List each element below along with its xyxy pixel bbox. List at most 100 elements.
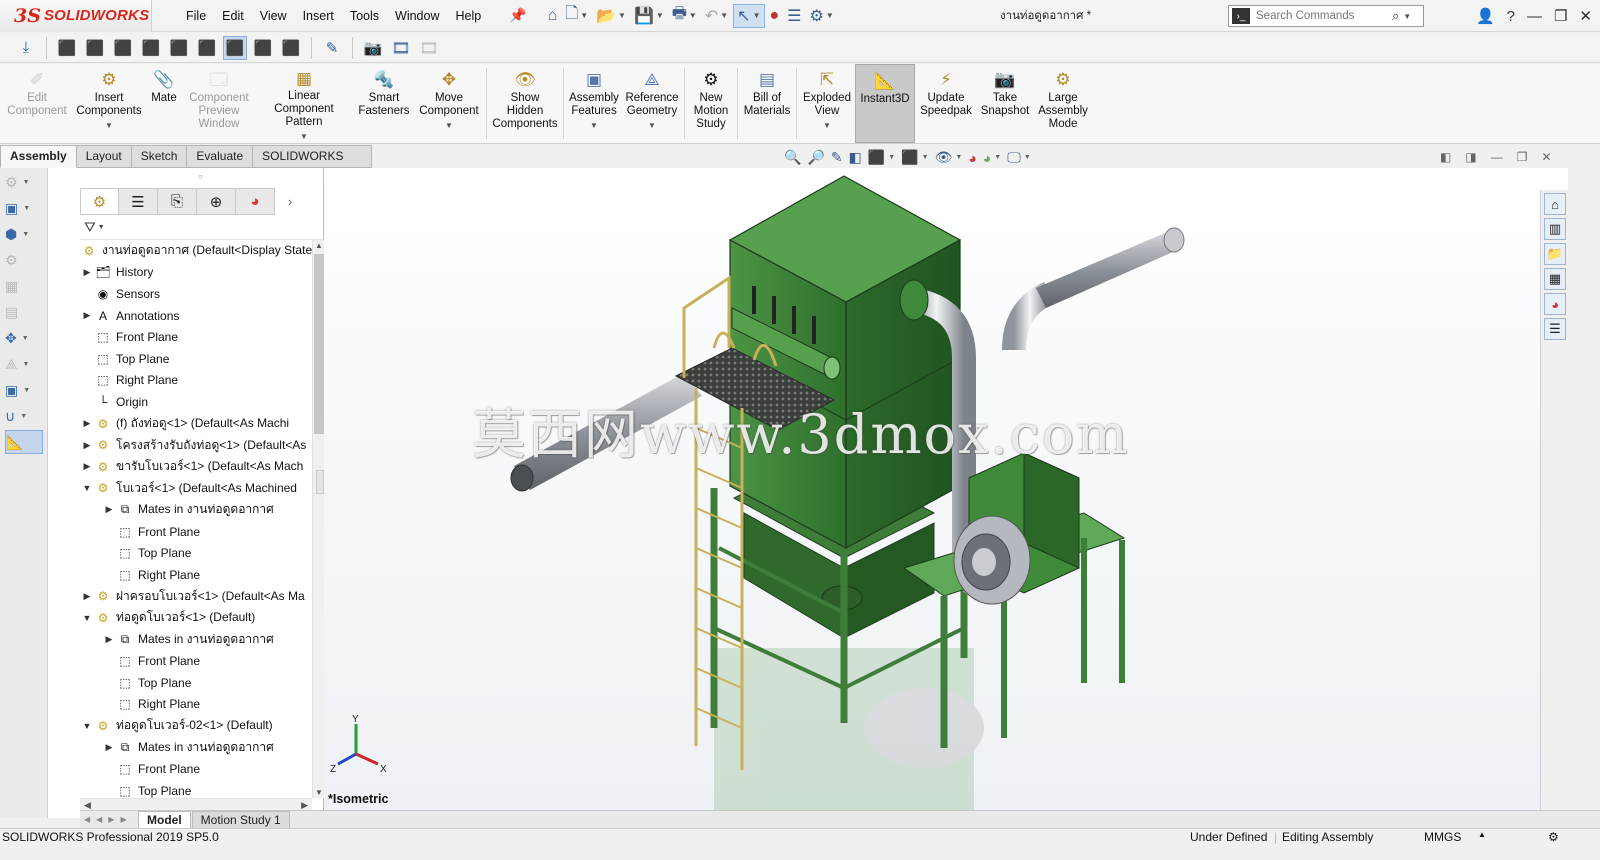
property-manager-tab-icon[interactable]: ☰ [119,188,158,215]
chevron-down-icon[interactable]: ▼ [445,119,453,132]
tree-item-right-plane[interactable]: ⬚ Right Plane [80,564,312,586]
hide-side-icon[interactable]: ▤ [5,300,43,324]
mate-button[interactable]: 📎 Mate [144,64,184,143]
tree-item-component[interactable]: ▶ ⚙ ขารับโบเวอร์<1> (Default<As Mach [80,456,312,478]
tab-navigation-icon[interactable]: ◀◀▶▶ [80,815,138,824]
reference-geometry-button[interactable]: ⟁ Reference Geometry ▼ [622,64,682,143]
scroll-up-icon[interactable]: ▲ [314,241,324,250]
pattern-side-icon[interactable]: ▦ [5,274,43,298]
restore-icon[interactable]: ❐ [1554,7,1567,25]
new-document-icon[interactable]: 🗋 ▼ [562,4,591,28]
edit-component-side-icon[interactable]: ⚙ ▼ [5,170,43,194]
curve-side-icon[interactable]: ∪ ▼ [5,404,43,428]
design-library-icon[interactable]: ▥ [1544,218,1566,240]
tree-item-origin[interactable]: └ Origin [80,391,312,413]
expand-icon[interactable]: ▶ [80,310,94,321]
top-view-icon[interactable]: ⬛ [167,36,191,60]
tree-item-mates[interactable]: ▶ ⧉ Mates in งานท่อดูดอากาศ [80,499,312,521]
tree-item-sensors[interactable]: ◉ Sensors [80,283,312,305]
viewport-close-icon[interactable]: ✕ [1541,150,1551,164]
tab-assembly[interactable]: Assembly [0,145,77,168]
search-dropdown-icon[interactable]: ▼ [1403,12,1411,21]
tab-motion-study[interactable]: Motion Study 1 [191,810,290,829]
menu-edit[interactable]: Edit [214,0,252,32]
tree-item-mates[interactable]: ▶ ⧉ Mates in งานท่อดูดอากาศ [80,737,312,759]
file-properties-icon[interactable]: ☰ [784,4,804,28]
menu-window[interactable]: Window [387,0,447,32]
select-pointer-icon[interactable]: ↖ ▼ [733,3,765,28]
collapse-icon[interactable]: ▼ [80,721,94,731]
search-icon[interactable]: ⌕ [1392,8,1399,24]
smart-fasteners-button[interactable]: 🔩 Smart Fasteners [354,64,414,143]
close-icon[interactable]: ✕ [1579,7,1592,25]
scrollbar-thumb[interactable] [314,254,324,434]
move-side-icon[interactable]: ✥ ▼ [5,326,43,350]
hide-show-items-icon[interactable]: 👁 ▼ [935,149,963,166]
display-style-icon[interactable]: ⬛ ▼ [901,149,928,166]
measure-icon[interactable]: ✎ [320,36,344,60]
graphics-area[interactable]: Y X Z 莫西网www.3dmox.com *Isometric [324,168,1568,810]
instant3d-side-icon[interactable]: 📐 [5,430,43,454]
assembly-features-button[interactable]: ▣ Assembly Features ▼ [566,64,622,143]
features-side-icon[interactable]: ▣ ▼ [5,378,43,402]
linear-component-pattern-button[interactable]: ▦ Linear Component Pattern ▼ [254,64,354,143]
tree-item-component[interactable]: ▶ ⚙ ฝาครอบโบเวอร์<1> (Default<As Ma [80,586,312,608]
right-view-icon[interactable]: ⬛ [139,36,163,60]
tree-item-component[interactable]: ▶ ⚙ โครงสร้างรับถังท่อดู<1> (Default<As [80,434,312,456]
filter-cabinet[interactable] [728,175,962,550]
bill-of-materials-button[interactable]: ▤ Bill of Materials [740,64,794,143]
minimize-icon[interactable]: — [1527,8,1542,25]
menu-help[interactable]: Help [448,0,490,32]
show-hidden-components-button[interactable]: 👁 Show Hidden Components [489,64,561,143]
apply-scene-icon[interactable]: ◕ ▼ [983,150,1001,166]
expand-icon[interactable]: ▶ [80,418,94,429]
assembly-model-view[interactable]: Y X Z [324,168,1568,810]
exploded-view-button[interactable]: ⇱ Exploded View ▼ [799,64,855,143]
tree-item-component[interactable]: ▼ ⚙ โบเวอร์<1> (Default<As Machined [80,478,312,500]
new-motion-study-button[interactable]: ⚙ New Motion Study [687,64,735,143]
tab-model[interactable]: Model [138,810,191,829]
file-explorer-icon[interactable]: 📁 [1544,243,1566,265]
large-assembly-mode-button[interactable]: ⚙ Large Assembly Mode [1033,64,1093,143]
tab-layout[interactable]: Layout [76,145,132,168]
menu-file[interactable]: File [178,0,214,32]
tree-item-annotations[interactable]: ▶ A Annotations [80,305,312,327]
mate-side-icon[interactable]: ⚙ [5,248,43,272]
tree-item-component[interactable]: ▶ ⚙ (f) ถังท่อดู<1> (Default<As Machi [80,413,312,435]
view-palette-icon[interactable]: ▦ [1544,268,1566,290]
user-account-icon[interactable]: 👤 [1476,7,1495,25]
panel-drag-handle[interactable]: ○ [198,172,203,181]
tree-filter[interactable]: ⛛ ▼ [80,216,324,240]
normal-to-icon[interactable]: ⤓ [14,36,38,60]
filter-icon[interactable]: ⛛ [84,219,96,236]
replay-view-icon[interactable]: 🎞 [417,36,441,60]
unit-system[interactable]: MMGS [1424,830,1461,844]
open-folder-icon[interactable]: 📂 ▼ [593,4,629,28]
chevron-right-icon[interactable]: › [275,188,305,215]
viewport-minimize-icon[interactable]: — [1491,150,1503,164]
assembly-side-icon[interactable]: ⬢ ▼ [5,222,43,246]
tree-item-top-plane[interactable]: ⬚ Top Plane [80,542,312,564]
search-commands-input[interactable] [1256,10,1386,22]
expand-icon[interactable]: ▶ [102,504,116,515]
tree-item-history[interactable]: ▶ 🗂 History [80,262,312,284]
expand-icon[interactable]: ▶ [80,267,94,278]
instant3d-button[interactable]: 📐 Instant3D [855,64,915,143]
previous-view-icon[interactable]: ✎ [831,149,843,166]
print-icon[interactable]: 🖶 ▼ [669,4,700,28]
bottom-view-icon[interactable]: ⬛ [195,36,219,60]
tile-left-icon[interactable]: ◧ [1440,150,1451,164]
tree-item-front-plane[interactable]: ⬚ Front Plane [80,758,312,780]
chevron-down-icon[interactable]: ▼ [590,119,598,132]
left-view-icon[interactable]: ⬛ [111,36,135,60]
help-icon[interactable]: ? [1507,8,1515,25]
zoom-to-fit-icon[interactable]: 🔍 [784,149,801,166]
search-commands[interactable]: ›_ ⌕ ▼ [1228,5,1424,27]
chevron-down-icon[interactable]: ▼ [823,119,831,132]
tree-item-mates[interactable]: ▶ ⧉ Mates in งานท่อดูดอากาศ [80,629,312,651]
take-snapshot-button[interactable]: 📷 Take Snapshot [977,64,1033,143]
solidworks-resources-icon[interactable]: ⌂ [1544,193,1566,215]
tree-item-right-plane[interactable]: ⬚ Right Plane [80,693,312,715]
rebuild-traffic-light-icon[interactable]: ● [767,4,783,28]
appearances-icon[interactable]: ◕ [1544,293,1566,315]
